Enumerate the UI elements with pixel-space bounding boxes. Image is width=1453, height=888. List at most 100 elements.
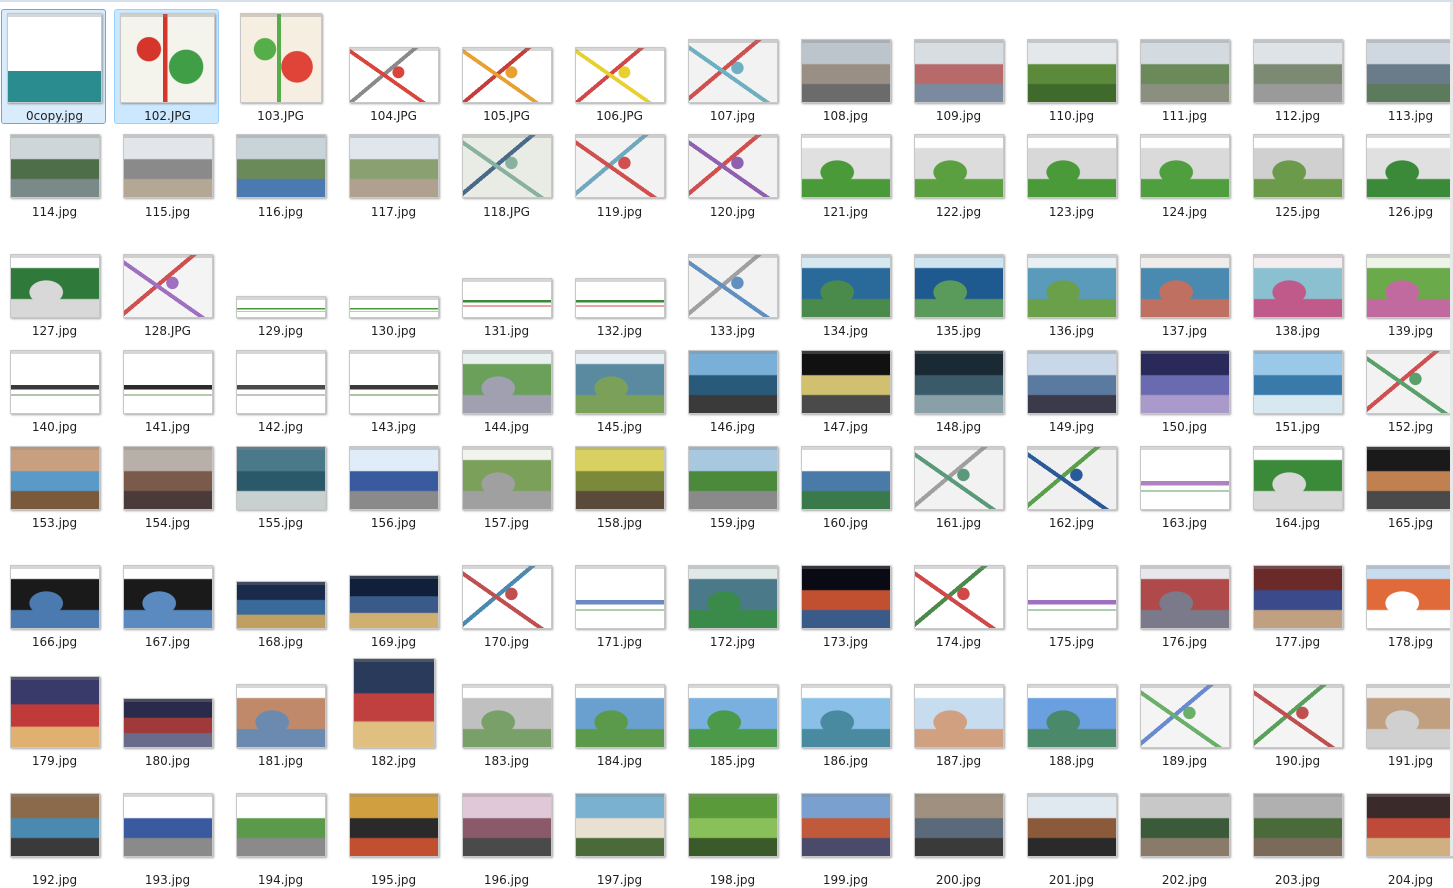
thumbnail-image xyxy=(575,446,665,510)
file-item[interactable]: 184.jpg xyxy=(566,657,671,769)
thumbnail-image xyxy=(10,254,100,318)
file-item[interactable]: 202.jpg xyxy=(1131,766,1236,888)
file-item[interactable]: 166.jpg xyxy=(1,538,106,650)
file-item[interactable]: 200.jpg xyxy=(905,766,1010,888)
thumbnail-header-strip xyxy=(915,255,1003,258)
file-name-label: 165.jpg xyxy=(1387,516,1434,530)
thumbnail-image xyxy=(123,254,213,318)
file-item[interactable]: 164.jpg xyxy=(1244,419,1349,531)
thumbnail-image xyxy=(801,134,891,198)
file-item[interactable]: 154.jpg xyxy=(114,419,219,531)
file-item[interactable]: 168.jpg xyxy=(227,538,332,650)
file-item[interactable]: 169.jpg xyxy=(340,538,445,650)
thumbnail-image xyxy=(914,793,1004,857)
file-item[interactable]: 117.jpg xyxy=(340,107,445,220)
file-item[interactable]: 192.jpg xyxy=(1,766,106,888)
file-item[interactable]: 199.jpg xyxy=(792,766,897,888)
file-name-label: 204.jpg xyxy=(1387,873,1434,887)
thumbnail-header-strip xyxy=(241,14,321,17)
file-item[interactable]: 180.jpg xyxy=(114,657,219,769)
file-item[interactable]: 162.jpg xyxy=(1018,419,1123,531)
file-name-label: 195.jpg xyxy=(370,873,417,887)
thumbnail-image xyxy=(1027,684,1117,748)
file-item[interactable]: 121.jpg xyxy=(792,107,897,220)
thumbnail-image xyxy=(1027,254,1117,318)
thumbnail-image xyxy=(688,134,778,198)
thumbnail-image xyxy=(462,278,552,318)
file-item[interactable]: 120.jpg xyxy=(679,107,784,220)
file-item[interactable]: 116.jpg xyxy=(227,107,332,220)
file-item[interactable]: 165.jpg xyxy=(1357,419,1453,531)
file-item[interactable]: 156.jpg xyxy=(340,419,445,531)
thumbnail-header-strip xyxy=(1141,351,1229,354)
file-name-label: 161.jpg xyxy=(935,516,982,530)
thumbnail-image xyxy=(1366,350,1453,414)
file-item[interactable]: 171.jpg xyxy=(566,538,671,650)
file-item[interactable]: 126.jpg xyxy=(1357,107,1453,220)
file-item[interactable]: 170.jpg xyxy=(453,538,558,650)
file-item[interactable]: 115.jpg xyxy=(114,107,219,220)
file-item[interactable]: 173.jpg xyxy=(792,538,897,650)
file-item[interactable]: 179.jpg xyxy=(1,657,106,769)
thumbnail-image xyxy=(349,575,439,629)
thumbnail-image xyxy=(462,47,552,103)
file-item[interactable]: 158.jpg xyxy=(566,419,671,531)
file-item[interactable]: 178.jpg xyxy=(1357,538,1453,650)
file-item[interactable]: 193.jpg xyxy=(114,766,219,888)
file-item[interactable]: 187.jpg xyxy=(905,657,1010,769)
file-item[interactable]: 124.jpg xyxy=(1131,107,1236,220)
file-item[interactable]: 125.jpg xyxy=(1244,107,1349,220)
file-item[interactable]: 190.jpg xyxy=(1244,657,1349,769)
file-item[interactable]: 177.jpg xyxy=(1244,538,1349,650)
thumbnail-header-strip xyxy=(802,685,890,688)
file-item[interactable]: 204.jpg xyxy=(1357,766,1453,888)
file-item[interactable]: 155.jpg xyxy=(227,419,332,531)
file-item[interactable]: 122.jpg xyxy=(905,107,1010,220)
file-item[interactable]: 194.jpg xyxy=(227,766,332,888)
thumbnail-image xyxy=(575,134,665,198)
thumbnail-image xyxy=(1140,134,1230,198)
file-item[interactable]: 160.jpg xyxy=(792,419,897,531)
file-item[interactable]: 123.jpg xyxy=(1018,107,1123,220)
file-item[interactable]: 176.jpg xyxy=(1131,538,1236,650)
file-item[interactable]: 191.jpg xyxy=(1357,657,1453,769)
file-item[interactable]: 161.jpg xyxy=(905,419,1010,531)
thumbnail-image xyxy=(236,684,326,748)
file-icon-grid[interactable]: 0copy.jpg 102.JPG 103.JPG 104.JPG 105.JPG 106… xyxy=(0,0,1453,887)
file-item[interactable]: 157.jpg xyxy=(453,419,558,531)
file-item[interactable]: 185.jpg xyxy=(679,657,784,769)
file-item[interactable]: 119.jpg xyxy=(566,107,671,220)
thumbnail-image xyxy=(801,446,891,510)
file-name-label: 162.jpg xyxy=(1048,516,1095,530)
file-item[interactable]: 203.jpg xyxy=(1244,766,1349,888)
thumbnail-header-strip xyxy=(237,582,325,585)
file-item[interactable]: 188.jpg xyxy=(1018,657,1123,769)
file-item[interactable]: 197.jpg xyxy=(566,766,671,888)
thumbnail-image xyxy=(123,350,213,414)
file-item[interactable]: 198.jpg xyxy=(679,766,784,888)
thumbnail-image xyxy=(1140,446,1230,510)
file-item[interactable]: 195.jpg xyxy=(340,766,445,888)
thumbnail-image xyxy=(123,698,213,748)
file-item[interactable]: 201.jpg xyxy=(1018,766,1123,888)
thumbnail-header-strip xyxy=(802,447,890,450)
file-item[interactable]: 172.jpg xyxy=(679,538,784,650)
file-item[interactable]: 186.jpg xyxy=(792,657,897,769)
thumbnail-header-strip xyxy=(915,794,1003,797)
file-item[interactable]: 174.jpg xyxy=(905,538,1010,650)
file-item[interactable]: 159.jpg xyxy=(679,419,784,531)
thumbnail-image xyxy=(349,793,439,857)
file-item[interactable]: 167.jpg xyxy=(114,538,219,650)
file-item[interactable]: 189.jpg xyxy=(1131,657,1236,769)
file-item[interactable]: 196.jpg xyxy=(453,766,558,888)
file-item[interactable]: 118.JPG xyxy=(453,107,558,220)
file-item[interactable]: 175.jpg xyxy=(1018,538,1123,650)
thumbnail-image xyxy=(1253,565,1343,629)
file-item[interactable]: 163.jpg xyxy=(1131,419,1236,531)
file-item[interactable]: 183.jpg xyxy=(453,657,558,769)
file-item[interactable]: 153.jpg xyxy=(1,419,106,531)
file-item[interactable]: 181.jpg xyxy=(227,657,332,769)
file-item[interactable]: 182.jpg xyxy=(340,657,445,769)
file-item[interactable]: 114.jpg xyxy=(1,107,106,220)
file-name-label: 163.jpg xyxy=(1161,516,1208,530)
